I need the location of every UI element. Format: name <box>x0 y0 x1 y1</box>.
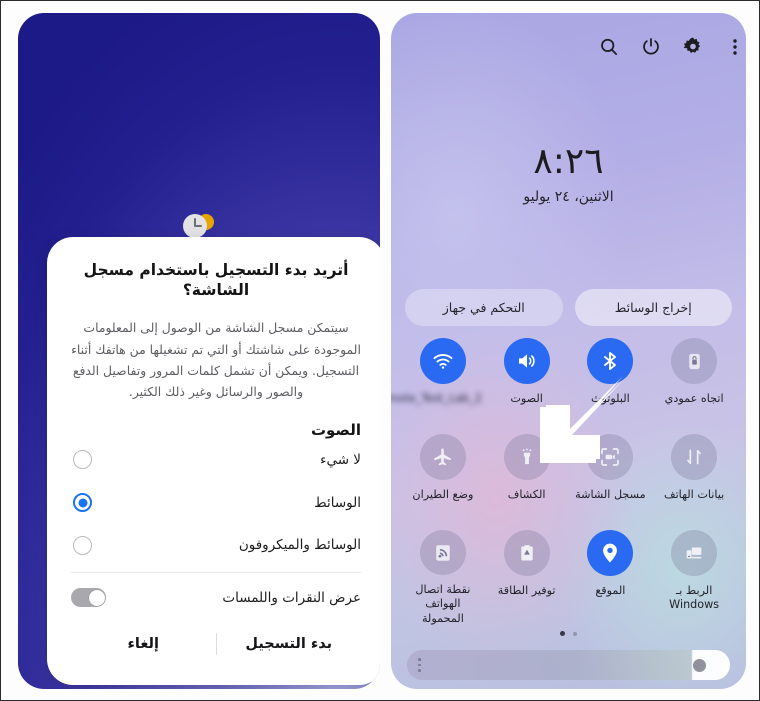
screen-recorder-dialog: أتريد بدء التسجيل باستخدام مسجل الشاشة؟ … <box>47 237 380 685</box>
lock-date: الاثنين، ٢٤ يوليو <box>523 189 614 205</box>
radio-option-media-and-mic[interactable]: الوسائط والميكروفون <box>71 524 361 567</box>
dialog-body-text: سيتمكن مسجل الشاشة من الوصول إلى المعلوم… <box>71 320 361 400</box>
sound-section-heading: الصوت <box>310 420 361 439</box>
tile-label-sound: الصوت <box>510 392 543 405</box>
tile-rotation-lock[interactable]: اتجاه عمودي <box>652 338 736 434</box>
brightness-slider[interactable] <box>407 650 730 680</box>
show-taps-row[interactable]: عرض النقرات واللمسات <box>71 572 361 623</box>
quick-settings-grid: اتجاه عمودي البلوتوث الصوت mote_Test_Lab… <box>391 338 736 626</box>
airplane-icon <box>419 434 466 480</box>
tile-label-link-to-windows: الربط بـ Windows <box>669 584 720 612</box>
show-taps-label: عرض النقرات واللمسات <box>222 589 361 606</box>
tile-screen-recorder[interactable]: مسجل الشاشة <box>569 434 653 530</box>
media-output-button[interactable]: إخراج الوسائط <box>574 289 732 326</box>
radio-option-media[interactable]: الوسائط <box>71 481 361 524</box>
tile-label-power-saving: توفير الطاقة <box>497 584 556 597</box>
tile-label-bluetooth: البلوتوث <box>590 392 630 405</box>
lock-clock: ٨:٢٦ <box>533 141 604 182</box>
radio-indicator-media[interactable] <box>73 493 92 513</box>
phone-right: ٨:٢٦ الاثنين، ٢٤ يوليو التحكم في جهاز إخ… <box>391 13 746 689</box>
tile-label-mobile-hotspot: نقطة اتصال الهواتف المحمولة <box>415 583 471 625</box>
radio-indicator-none[interactable] <box>73 450 92 470</box>
action-separator <box>215 633 217 656</box>
wifi-icon <box>419 338 466 384</box>
radio-label-media: الوسائط <box>314 494 361 511</box>
mobile-data-icon <box>671 434 718 480</box>
tile-label-rotation-lock: اتجاه عمودي <box>664 392 724 405</box>
cancel-button[interactable]: إلغاء <box>71 628 216 660</box>
radio-indicator-media-and-mic[interactable] <box>73 535 92 555</box>
bluetooth-icon <box>587 338 634 384</box>
brightness-options-icon[interactable] <box>418 658 421 672</box>
tile-bluetooth[interactable]: البلوتوث <box>569 338 653 434</box>
tile-link-to-windows[interactable]: الربط بـ Windows <box>652 530 736 626</box>
tile-location[interactable]: الموقع <box>569 530 653 626</box>
tile-flashlight[interactable]: الكشاف <box>485 434 569 530</box>
link-to-windows-icon <box>671 530 718 576</box>
page-dot-1[interactable] <box>573 631 577 636</box>
radio-label-media-and-mic: الوسائط والميكروفون <box>238 537 361 554</box>
phone-left: أتريد بدء التسجيل باستخدام مسجل الشاشة؟ … <box>18 13 380 689</box>
tile-label-airplane-mode: وضع الطيران <box>412 488 474 501</box>
tile-label-flashlight: الكشاف <box>507 488 546 501</box>
tile-wifi[interactable]: Remote_Test_Lab_2 <box>391 338 485 434</box>
tile-airplane-mode[interactable]: وضع الطيران <box>401 434 485 530</box>
radio-option-none[interactable]: لا شيء <box>71 439 361 482</box>
tile-label-mobile-data: بيانات الهاتف <box>663 488 725 501</box>
gear-icon[interactable] <box>682 36 704 58</box>
flashlight-icon <box>503 434 550 480</box>
page-indicator[interactable] <box>391 631 746 636</box>
dialog-title: أتريد بدء التسجيل باستخدام مسجل الشاشة؟ <box>83 261 349 300</box>
screenshot-root: أتريد بدء التسجيل باستخدام مسجل الشاشة؟ … <box>0 0 760 701</box>
page-dot-2[interactable] <box>560 631 565 636</box>
tile-power-saving[interactable]: توفير الطاقة <box>485 530 569 626</box>
tile-sound[interactable]: الصوت <box>485 338 569 434</box>
quick-settings-pills: التحكم في جهاز إخراج الوسائط <box>405 289 732 326</box>
tile-mobile-hotspot[interactable]: نقطة اتصال الهواتف المحمولة <box>401 530 485 626</box>
volume-icon <box>503 338 550 384</box>
show-taps-toggle[interactable] <box>71 588 106 608</box>
device-control-button[interactable]: التحكم في جهاز <box>405 289 563 326</box>
dialog-action-bar: إلغاء بدء التسجيل <box>71 623 361 665</box>
location-pin-icon <box>587 530 634 576</box>
search-icon[interactable] <box>598 36 620 58</box>
hotspot-icon <box>419 530 466 576</box>
tile-label-wifi: Remote_Test_Lab_2 <box>391 392 482 405</box>
power-saving-icon <box>503 530 550 576</box>
screen-recorder-icon <box>587 434 634 480</box>
tile-mobile-data[interactable]: بيانات الهاتف <box>652 434 736 530</box>
kebab-menu-icon[interactable] <box>724 36 746 58</box>
quick-settings-topbar <box>391 33 746 61</box>
rotation-lock-icon <box>671 338 718 384</box>
power-icon[interactable] <box>640 36 662 58</box>
radio-label-none: لا شيء <box>320 451 361 468</box>
start-recording-button[interactable]: بدء التسجيل <box>217 628 362 660</box>
brightness-slider-knob[interactable] <box>693 658 706 672</box>
tile-label-location: الموقع <box>595 584 626 597</box>
tile-label-screen-recorder: مسجل الشاشة <box>575 488 646 501</box>
